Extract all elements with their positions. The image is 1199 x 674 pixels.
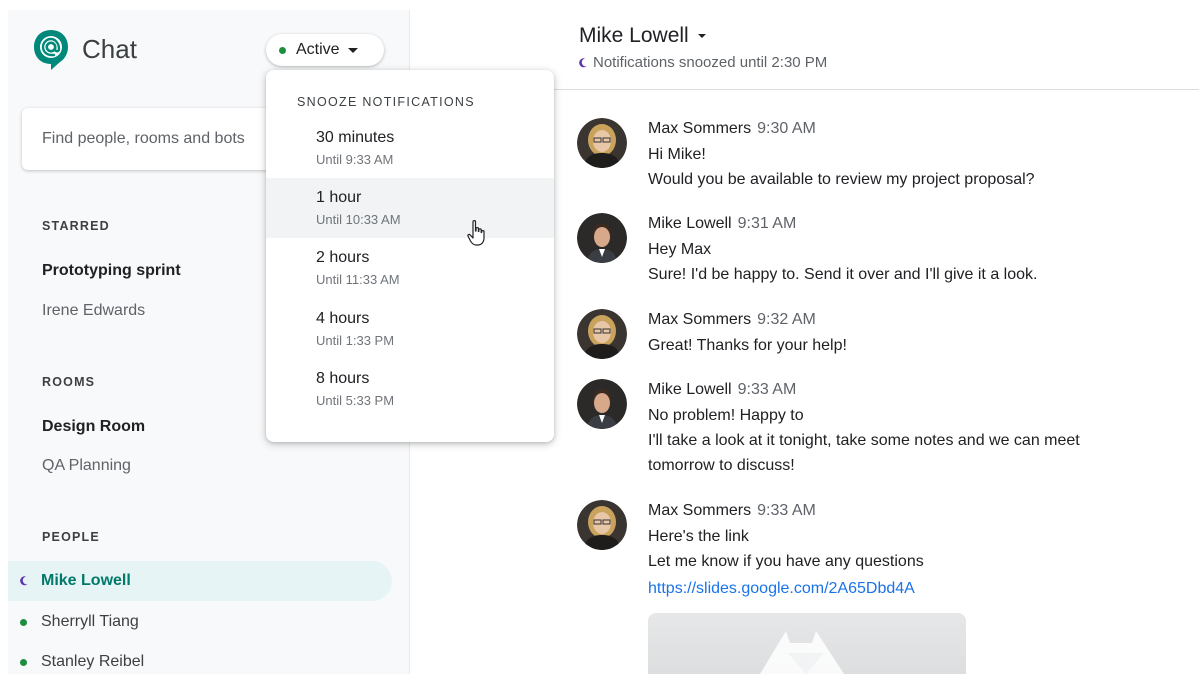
- slides-attachment-preview[interactable]: [648, 613, 966, 674]
- message-link[interactable]: https://slides.google.com/2A65Dbd4A: [648, 580, 915, 598]
- snooze-option-4-hours[interactable]: 4 hours Until 1:33 PM: [266, 299, 554, 359]
- message-time: 9:33 AM: [757, 502, 816, 519]
- snooze-option-label: 8 hours: [316, 370, 370, 387]
- person-name: Stanley Reibel: [41, 653, 145, 670]
- mike-lowell-avatar[interactable]: [577, 213, 627, 263]
- sidebar-item-sherryll-tiang[interactable]: Sherryll Tiang: [8, 602, 392, 642]
- rooms-heading: ROOMS: [42, 375, 96, 389]
- message-text: Sure! I'd be happy to. Send it over and …: [648, 266, 1038, 283]
- conversation-title-button[interactable]: Mike Lowell: [579, 24, 706, 48]
- message-author: Max Sommers: [648, 502, 752, 519]
- message-header: Mike Lowell 9:31 AM: [648, 215, 796, 233]
- hand-pointer-cursor-icon: [467, 220, 485, 246]
- snooze-option-until: Until 10:33 AM: [316, 212, 401, 227]
- person-name: Mike Lowell: [41, 572, 131, 589]
- sidebar-item-qa-planning[interactable]: QA Planning: [42, 457, 131, 475]
- message-header: Max Sommers 9:30 AM: [648, 120, 816, 138]
- conversation-title: Mike Lowell: [579, 24, 689, 47]
- snooze-option-label: 1 hour: [316, 189, 362, 206]
- mike-lowell-avatar[interactable]: [577, 379, 627, 429]
- message-text: tomorrow to discuss!: [648, 457, 795, 474]
- message-header: Max Sommers 9:32 AM: [648, 311, 816, 329]
- status-label: Active: [296, 41, 340, 58]
- snoozed-moon-icon: [579, 57, 587, 68]
- caret-down-icon: [347, 47, 358, 53]
- message-author: Max Sommers: [648, 120, 752, 137]
- message-text: Let me know if you have any questions: [648, 553, 924, 570]
- max-sommers-avatar[interactable]: [577, 500, 627, 550]
- snooze-status: Notifications snoozed until 2:30 PM: [579, 54, 827, 71]
- snooze-option-8-hours[interactable]: 8 hours Until 5:33 PM: [266, 359, 554, 419]
- sidebar-item-stanley-reibel[interactable]: Stanley Reibel: [8, 642, 392, 674]
- message-text: No problem! Happy to: [648, 407, 804, 424]
- people-heading: PEOPLE: [42, 530, 100, 544]
- snooze-notifications-menu: SNOOZE NOTIFICATIONS 30 minutes Until 9:…: [266, 70, 554, 442]
- message-text: Hey Max: [648, 241, 712, 258]
- snooze-option-30-minutes[interactable]: 30 minutes Until 9:33 AM: [266, 118, 554, 178]
- sidebar-item-prototyping-sprint[interactable]: Prototyping sprint: [42, 262, 181, 280]
- snooze-option-until: Until 11:33 AM: [316, 272, 400, 287]
- caret-down-icon: [697, 34, 706, 38]
- message-time: 9:32 AM: [757, 311, 816, 328]
- person-name: Sherryll Tiang: [41, 613, 139, 630]
- sidebar-item-mike-lowell[interactable]: Mike Lowell: [8, 561, 392, 601]
- message-text: Hi Mike!: [648, 146, 706, 163]
- message-header: Max Sommers 9:33 AM: [648, 502, 816, 520]
- active-status-dot-icon: [20, 658, 27, 666]
- snooze-option-label: 30 minutes: [316, 129, 395, 146]
- snooze-option-label: 2 hours: [316, 249, 370, 266]
- slides-thumbnail-icon: [760, 631, 844, 674]
- message-text: Great! Thanks for your help!: [648, 337, 847, 354]
- message-text: Would you be available to review my proj…: [648, 171, 1035, 188]
- message-author: Max Sommers: [648, 311, 752, 328]
- message-text: I'll take a look at it tonight, take som…: [648, 432, 1080, 449]
- snooze-option-label: 4 hours: [316, 310, 370, 327]
- snooze-option-until: Until 5:33 PM: [316, 393, 395, 408]
- sidebar-item-design-room[interactable]: Design Room: [42, 418, 145, 436]
- message-time: 9:33 AM: [737, 381, 797, 398]
- message-time: 9:31 AM: [737, 215, 797, 232]
- snooze-menu-heading: SNOOZE NOTIFICATIONS: [297, 95, 475, 109]
- message-author: Mike Lowell: [648, 381, 732, 398]
- message-text: Here's the link: [648, 528, 749, 545]
- snooze-option-until: Until 1:33 PM: [316, 333, 395, 348]
- active-status-dot-icon: [279, 46, 286, 54]
- max-sommers-avatar[interactable]: [577, 309, 627, 359]
- window-left-margin: [0, 0, 8, 674]
- active-status-dot-icon: [20, 618, 27, 626]
- message-time: 9:30 AM: [757, 120, 816, 137]
- window-top-margin: [0, 0, 1199, 10]
- chat-logo-icon: [34, 30, 68, 70]
- message-author: Mike Lowell: [648, 215, 732, 232]
- max-sommers-avatar[interactable]: [577, 118, 627, 168]
- sidebar-item-irene-edwards[interactable]: Irene Edwards: [42, 302, 145, 320]
- status-dropdown-button[interactable]: Active: [266, 34, 384, 66]
- snooze-option-until: Until 9:33 AM: [316, 152, 394, 167]
- snooze-option-1-hour[interactable]: 1 hour Until 10:33 AM: [266, 178, 554, 238]
- snooze-status-text: Notifications snoozed until 2:30 PM: [593, 54, 828, 71]
- starred-heading: STARRED: [42, 219, 110, 233]
- snooze-option-2-hours[interactable]: 2 hours Until 11:33 AM: [266, 238, 554, 298]
- snoozed-moon-icon: [20, 576, 28, 586]
- message-header: Mike Lowell 9:33 AM: [648, 381, 796, 399]
- app-title: Chat: [82, 34, 137, 64]
